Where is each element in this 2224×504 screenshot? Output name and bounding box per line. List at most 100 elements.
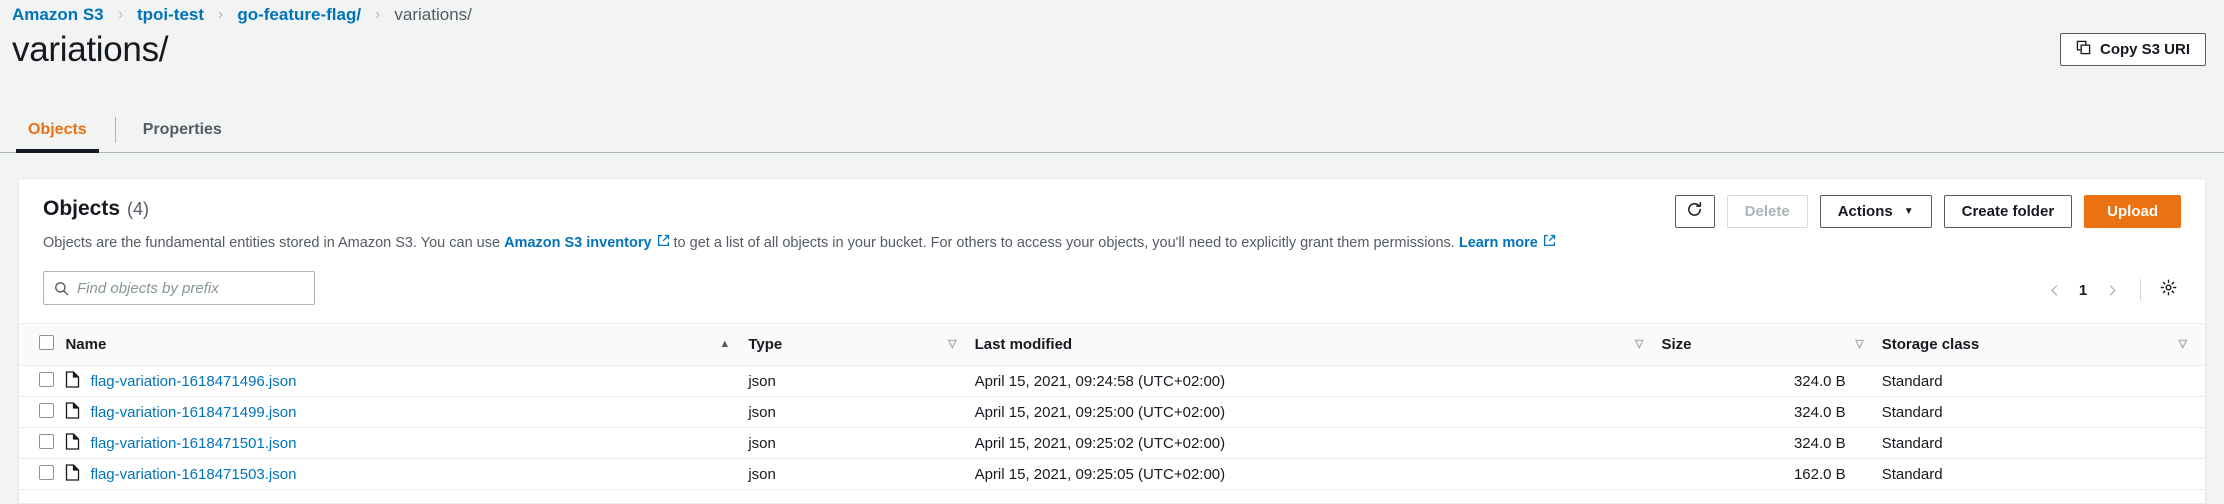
tab-objects[interactable]: Objects (0, 108, 115, 152)
tab-bar: Objects Properties (0, 108, 2224, 153)
object-name-link[interactable]: flag-variation-1618471499.json (90, 404, 296, 421)
column-label-last-modified: Last modified (975, 336, 1073, 353)
object-type-cell: json (748, 459, 974, 490)
object-name-link[interactable]: flag-variation-1618471501.json (90, 435, 296, 452)
object-name-cell: flag-variation-1618471499.json (65, 397, 748, 428)
tab-label: Properties (143, 121, 222, 139)
object-size-cell: 324.0 B (1661, 428, 1881, 459)
pagination: 1 (2038, 273, 2183, 307)
delete-label: Delete (1745, 203, 1790, 220)
next-page-button[interactable] (2096, 274, 2128, 306)
objects-description: Objects are the fundamental entities sto… (43, 233, 2181, 253)
search-input[interactable] (77, 272, 314, 304)
object-size-cell: 324.0 B (1661, 397, 1881, 428)
row-checkbox[interactable] (39, 403, 54, 418)
object-size-cell: 162.0 B (1661, 459, 1881, 490)
object-storage-class-cell: Standard (1882, 459, 2205, 490)
file-icon (65, 464, 80, 485)
tab-label: Objects (28, 121, 87, 139)
page-title: variations/ (12, 28, 168, 72)
preferences-button[interactable] (2153, 275, 2183, 305)
divider (2140, 279, 2141, 301)
object-name-link[interactable]: flag-variation-1618471503.json (90, 466, 296, 483)
object-type-cell: json (748, 366, 974, 397)
column-header-name[interactable]: Name ▲ (65, 324, 748, 366)
copy-icon (2076, 40, 2091, 59)
objects-toolbar: Delete Actions ▼ Create folder Upload (1675, 195, 2181, 228)
breadcrumb-separator: › (375, 6, 380, 24)
create-folder-button[interactable]: Create folder (1944, 195, 2073, 228)
object-name-cell: flag-variation-1618471501.json (65, 428, 748, 459)
upload-label: Upload (2107, 203, 2158, 220)
copy-s3-uri-button[interactable]: Copy S3 URI (2060, 33, 2206, 66)
object-size-cell: 324.0 B (1661, 366, 1881, 397)
table-row: flag-variation-1618471499.jsonjsonApril … (19, 397, 2205, 428)
objects-table-header: Name ▲ Type ▽ Last modified ▽ (19, 324, 2205, 366)
sort-icon-size: ▽ (1855, 339, 1863, 350)
breadcrumb: Amazon S3›tpoi-test›go-feature-flag/›var… (12, 5, 472, 25)
page-number-1[interactable]: 1 (2070, 282, 2096, 299)
amazon-s3-inventory-link[interactable]: Amazon S3 inventory (504, 233, 651, 253)
upload-button[interactable]: Upload (2084, 195, 2181, 228)
object-type-cell: json (748, 428, 974, 459)
table-row: flag-variation-1618471503.json jsonApril … (19, 459, 2205, 490)
row-checkbox[interactable] (39, 372, 54, 387)
sort-icon-type: ▽ (948, 339, 956, 350)
external-link-icon-2 (1543, 233, 1556, 253)
object-storage-class-cell: Standard (1882, 366, 2205, 397)
object-name-cell: flag-variation-1618471503.json (65, 459, 748, 490)
actions-dropdown-button[interactable]: Actions ▼ (1820, 195, 1932, 228)
column-label-storage-class: Storage class (1882, 336, 1980, 353)
desc-text-1: Objects are the fundamental entities sto… (43, 233, 500, 253)
sort-icon-storage-class: ▽ (2179, 339, 2187, 350)
object-last-modified-cell: April 15, 2021, 09:25:02 (UTC+02:00) (975, 428, 1662, 459)
select-all-checkbox[interactable] (39, 335, 54, 350)
breadcrumb-item-2[interactable]: go-feature-flag/ (237, 5, 361, 25)
object-last-modified-cell: April 15, 2021, 09:25:05 (UTC+02:00) (975, 459, 1662, 490)
object-storage-class-cell: Standard (1882, 428, 2205, 459)
objects-title-text: Objects (43, 197, 120, 221)
row-checkbox[interactable] (39, 465, 54, 480)
refresh-icon (1686, 201, 1703, 222)
file-icon (65, 433, 80, 454)
objects-table: Name ▲ Type ▽ Last modified ▽ (19, 323, 2205, 490)
select-all-header (19, 324, 65, 366)
column-header-storage-class[interactable]: Storage class ▽ (1882, 324, 2205, 366)
s3-object-browser-page: Amazon S3›tpoi-test›go-feature-flag/›var… (0, 0, 2224, 504)
row-select-cell (19, 366, 65, 397)
object-storage-class-cell: Standard (1882, 397, 2205, 428)
refresh-button[interactable] (1675, 195, 1715, 228)
create-folder-label: Create folder (1962, 203, 2055, 220)
copy-s3-uri-label: Copy S3 URI (2100, 41, 2190, 58)
learn-more-link[interactable]: Learn more (1459, 233, 1538, 253)
breadcrumb-item-0[interactable]: Amazon S3 (12, 5, 104, 25)
actions-label: Actions (1838, 203, 1893, 220)
objects-table-body: flag-variation-1618471496.jsonjsonApril … (19, 366, 2205, 490)
column-header-size[interactable]: Size ▽ (1661, 324, 1881, 366)
object-name-cell: flag-variation-1618471496.json (65, 366, 748, 397)
breadcrumb-item-1[interactable]: tpoi-test (137, 5, 204, 25)
table-row: flag-variation-1618471501.json jsonApril … (19, 428, 2205, 459)
page-header: variations/ Copy S3 URI (0, 28, 2224, 82)
previous-page-button[interactable] (2038, 274, 2070, 306)
gear-icon (2160, 279, 2177, 301)
search-box[interactable] (43, 271, 315, 305)
delete-button[interactable]: Delete (1727, 195, 1808, 228)
column-label-name: Name (65, 336, 106, 353)
table-header-row: Name ▲ Type ▽ Last modified ▽ (19, 324, 2205, 366)
object-name-link[interactable]: flag-variation-1618471496.json (90, 373, 296, 390)
object-last-modified-cell: April 15, 2021, 09:25:00 (UTC+02:00) (975, 397, 1662, 428)
objects-filter-row: 1 (19, 265, 2205, 323)
sort-ascending-icon: ▲ (719, 339, 730, 350)
tab-properties[interactable]: Properties (115, 108, 250, 152)
external-link-icon (657, 233, 670, 253)
objects-count: (4) (127, 199, 149, 220)
objects-panel: Objects (4) Objects are the fundamental … (18, 178, 2206, 504)
column-header-last-modified[interactable]: Last modified ▽ (975, 324, 1662, 366)
row-checkbox[interactable] (39, 434, 54, 449)
file-icon (65, 402, 80, 423)
column-header-type[interactable]: Type ▽ (748, 324, 974, 366)
objects-panel-header: Objects (4) Objects are the fundamental … (19, 179, 2205, 265)
search-icon (54, 281, 69, 296)
breadcrumb-separator: › (218, 6, 223, 24)
